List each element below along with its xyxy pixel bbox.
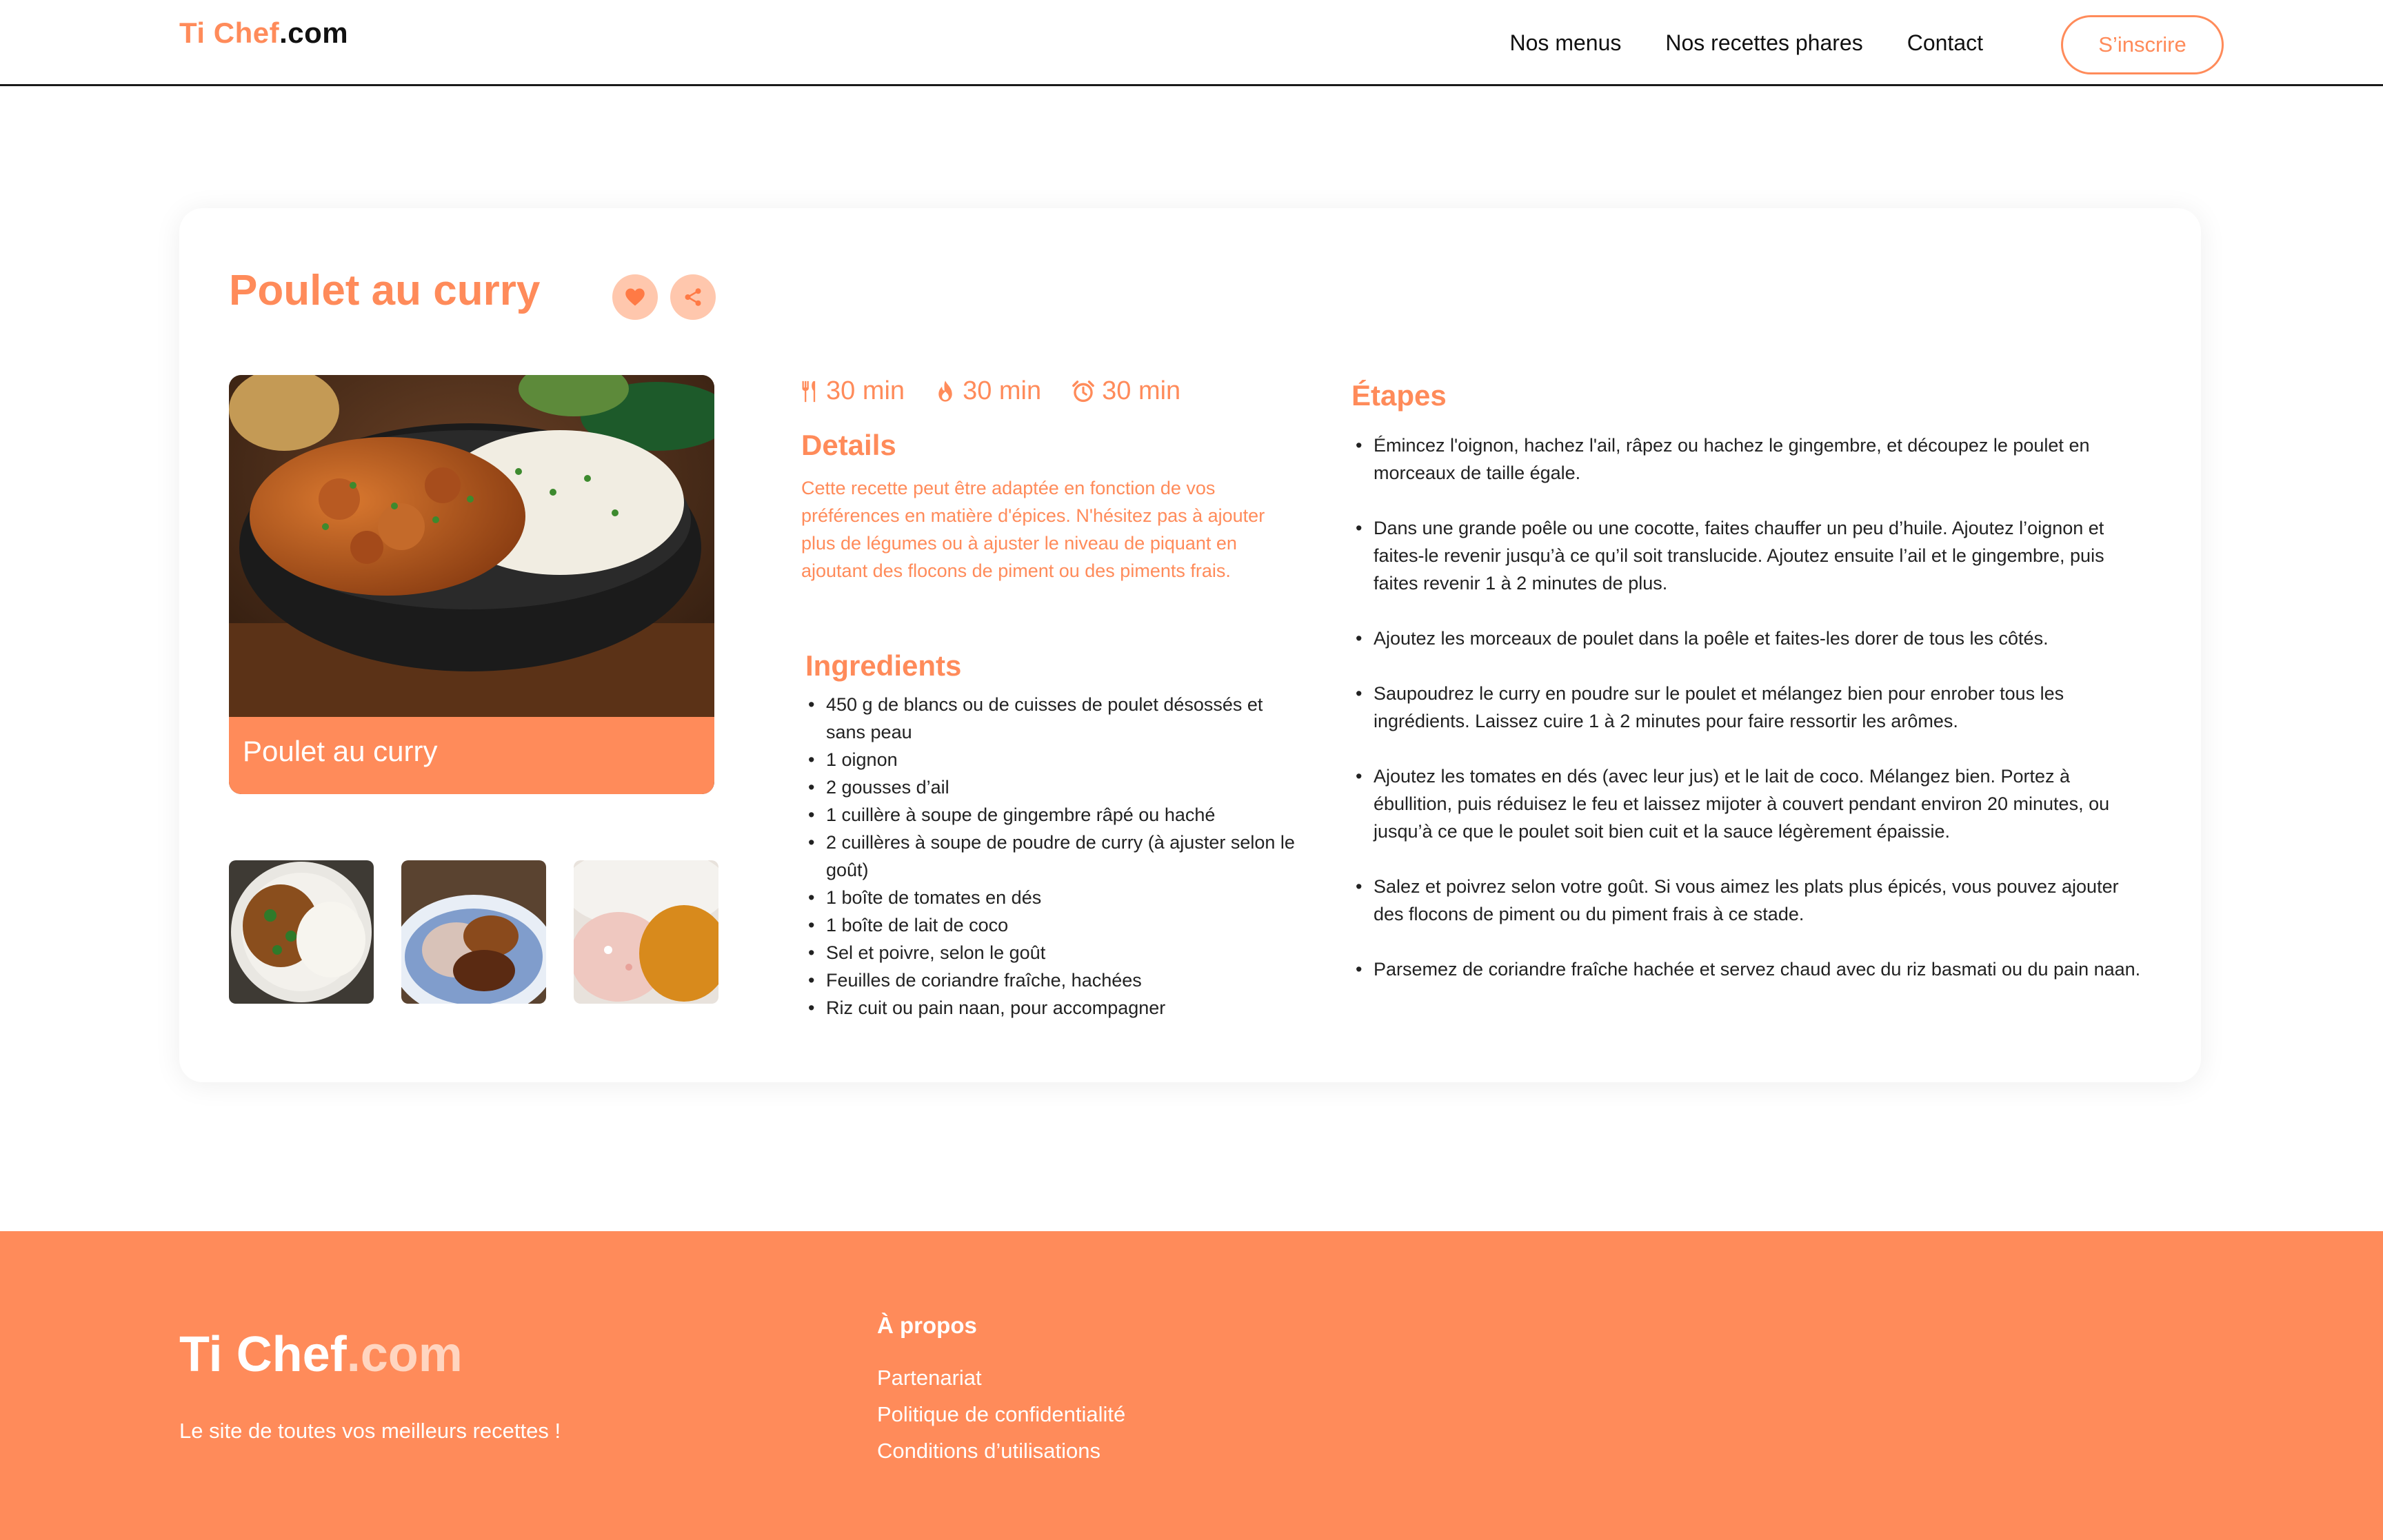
thumbnail-image-3	[574, 860, 718, 1004]
meta-prep-value: 30 min	[826, 376, 905, 405]
footer-logo-part-2: .com	[346, 1327, 463, 1382]
thumbnail-image-2	[401, 860, 546, 1004]
details-text: Cette recette peut être adaptée en fonct…	[801, 478, 1265, 581]
meta-rest-value: 30 min	[1102, 376, 1181, 405]
footer-logo[interactable]: Ti Chef.com	[179, 1326, 463, 1383]
list-item: 2 cuillères à soupe de poudre de curry (…	[805, 829, 1302, 884]
list-item: Riz cuit ou pain naan, pour accompagner	[805, 994, 1302, 1022]
hero-caption: Poulet au curry	[229, 717, 714, 794]
meta-cook-time: 30 min	[935, 376, 1041, 406]
step-item: Parsemez de coriandre fraîche hachée et …	[1353, 955, 2146, 983]
logo-part-2: .com	[279, 17, 349, 49]
nav-link-recettes-phares[interactable]: Nos recettes phares	[1665, 30, 1862, 56]
share-button[interactable]	[670, 274, 716, 320]
details-heading: Details	[801, 429, 896, 461]
list-item: 1 boîte de lait de coco	[805, 911, 1302, 939]
meta-prep-time: 30 min	[800, 376, 905, 406]
flame-icon	[938, 380, 952, 402]
ingredients-list: 450 g de blancs ou de cuisses de poulet …	[805, 691, 1302, 1022]
steps-heading: Étapes	[1351, 379, 1447, 412]
step-item: Ajoutez les tomates en dés (avec leur ju…	[1353, 762, 2146, 845]
footer-link-terms[interactable]: Conditions d’utilisations	[877, 1432, 1125, 1469]
site-footer: Ti Chef.com Le site de toutes vos meille…	[0, 1231, 2383, 1540]
list-item: Sel et poivre, selon le goût	[805, 939, 1302, 966]
thumbnail-2[interactable]	[401, 860, 546, 1004]
list-item: 1 cuillère à soupe de gingembre râpé ou …	[805, 801, 1302, 829]
ingredients-heading: Ingredients	[805, 649, 962, 682]
recipe-card: Poulet au curry Poulet au curry 30 min 3…	[179, 208, 2201, 1082]
site-header: Ti Chef.com Nos menus Nos recettes phare…	[0, 0, 2383, 86]
footer-link-privacy[interactable]: Politique de confidentialité	[877, 1396, 1125, 1432]
signup-button[interactable]: S’inscrire	[2061, 15, 2224, 74]
footer-logo-part-1: Ti Chef	[179, 1327, 347, 1382]
list-item: 450 g de blancs ou de cuisses de poulet …	[805, 691, 1302, 746]
list-item: 1 boîte de tomates en dés	[805, 884, 1302, 911]
footer-about-heading: À propos	[877, 1313, 977, 1338]
recipe-meta: 30 min 30 min 30 min	[800, 376, 1180, 406]
list-item: 1 oignon	[805, 746, 1302, 773]
favorite-button[interactable]	[612, 274, 658, 320]
footer-links: Partenariat Politique de confidentialité…	[877, 1359, 1125, 1469]
recipe-main-image[interactable]: Poulet au curry	[229, 375, 714, 794]
alarm-clock-icon	[1072, 380, 1094, 402]
thumbnail-1[interactable]	[229, 860, 374, 1004]
curry-bowl-image	[229, 375, 714, 717]
step-item: Ajoutez les morceaux de poulet dans la p…	[1353, 625, 2146, 652]
site-logo[interactable]: Ti Chef.com	[179, 17, 348, 50]
step-item: Salez et poivrez selon votre goût. Si vo…	[1353, 873, 2146, 928]
list-item: 2 gousses d’ail	[805, 773, 1302, 801]
footer-link-partenariat[interactable]: Partenariat	[877, 1359, 1125, 1396]
step-item: Dans une grande poêle ou une cocotte, fa…	[1353, 514, 2146, 597]
hero-caption-text: Poulet au curry	[243, 735, 438, 767]
utensils-icon	[802, 381, 816, 402]
nav-link-menus[interactable]: Nos menus	[1510, 30, 1622, 56]
logo-part-1: Ti Chef	[179, 17, 280, 49]
step-item: Émincez l'oignon, hachez l'ail, râpez ou…	[1353, 432, 2146, 487]
heart-icon	[625, 288, 645, 306]
list-item: Feuilles de coriandre fraîche, hachées	[805, 966, 1302, 994]
meta-cook-value: 30 min	[963, 376, 1042, 405]
thumbnail-image-1	[229, 860, 374, 1004]
step-item: Saupoudrez le curry en poudre sur le pou…	[1353, 680, 2146, 735]
meta-rest-time: 30 min	[1072, 376, 1180, 406]
main-nav: Nos menus Nos recettes phares Contact	[1510, 30, 1983, 56]
steps-list: Émincez l'oignon, hachez l'ail, râpez ou…	[1353, 432, 2146, 1011]
thumbnail-3[interactable]	[574, 860, 718, 1004]
footer-tagline: Le site de toutes vos meilleurs recettes…	[179, 1419, 561, 1443]
share-icon	[685, 288, 701, 306]
nav-link-contact[interactable]: Contact	[1907, 30, 1983, 56]
recipe-title: Poulet au curry	[229, 267, 541, 314]
